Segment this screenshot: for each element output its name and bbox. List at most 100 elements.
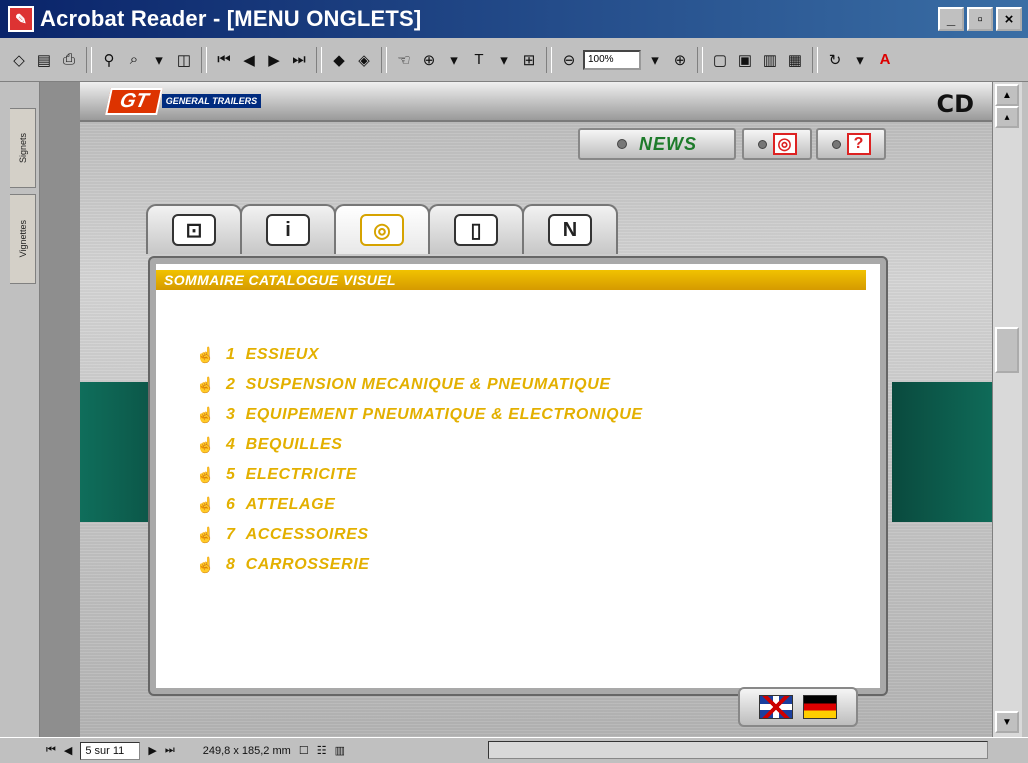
previous-page-icon[interactable]: ◀ — [238, 46, 260, 74]
window-controls: _ ▫ × — [938, 7, 1022, 31]
last-page-icon[interactable]: ⏭ — [165, 744, 175, 757]
tab-info[interactable]: i — [240, 204, 336, 254]
print-icon[interactable]: ⎙ — [58, 46, 80, 74]
catalogue-panel: SOMMAIRE CATALOGUE VISUEL ☝ 1 ESSIEUX ☝ … — [150, 258, 886, 694]
language-selector — [738, 687, 858, 727]
menu-item-number: 2 — [226, 376, 236, 393]
toolbar-separator — [697, 46, 703, 73]
menu-item-number: 1 — [226, 346, 236, 363]
pointing-hand-icon: ☝ — [196, 377, 216, 394]
go-back-icon[interactable]: ◆ — [328, 46, 350, 74]
actual-size-icon[interactable]: ▢ — [709, 46, 731, 74]
target-button[interactable]: ◎ — [742, 128, 812, 160]
title-bar: ✎ Acrobat Reader - [MENU ONGLETS] _ ▫ × — [0, 0, 1028, 38]
menu-item-suspension[interactable]: ☝ 2 SUSPENSION MECANIQUE & PNEUMATIQUE — [196, 370, 643, 400]
menu-item-number: 5 — [226, 466, 236, 483]
box-icon: ⊡ — [172, 214, 216, 246]
help-icon: ? — [846, 133, 871, 155]
dropdown-arrow-icon[interactable]: ▾ — [443, 46, 465, 74]
pointing-hand-icon: ☝ — [196, 347, 216, 364]
info-icon: i — [266, 214, 310, 246]
menu-item-accessoires[interactable]: ☝ 7 ACCESSOIRES — [196, 520, 643, 550]
scroll-up-icon[interactable]: ▲ — [995, 84, 1019, 106]
next-page-icon[interactable]: ▶ — [263, 46, 285, 74]
bullet-icon — [617, 139, 627, 149]
minimize-button[interactable]: _ — [938, 7, 964, 31]
close-button[interactable]: × — [996, 7, 1022, 31]
menu-item-electricite[interactable]: ☝ 5 ELECTRICITE — [196, 460, 643, 490]
menu-item-number: 4 — [226, 436, 236, 453]
document-viewport: GT GENERAL TRAILERS CD NEWS ◎ ? ⊡ i ◎ ▯ … — [40, 82, 992, 737]
continuous-icon[interactable]: ☷ — [317, 744, 327, 757]
dropdown-arrow-icon[interactable]: ▾ — [148, 46, 170, 74]
pointing-hand-icon: ☝ — [196, 497, 216, 514]
fit-page-icon[interactable]: ▣ — [734, 46, 756, 74]
bullet-icon — [757, 139, 767, 149]
dropdown-arrow-icon[interactable]: ▾ — [493, 46, 515, 74]
english-flag-icon[interactable] — [759, 695, 793, 719]
zoom-tool-icon[interactable]: ⊕ — [418, 46, 440, 74]
zoom-input[interactable]: 100% — [583, 49, 641, 70]
pdf-page: GT GENERAL TRAILERS CD NEWS ◎ ? ⊡ i ◎ ▯ … — [80, 82, 992, 737]
single-page-icon[interactable]: ☐ — [299, 744, 309, 757]
adobe-logo-icon[interactable]: A — [874, 46, 896, 74]
menu-item-carrosserie[interactable]: ☝ 8 CARROSSERIE — [196, 550, 643, 580]
bookmarks-tab[interactable]: Signets — [10, 108, 36, 188]
graphics-select-icon[interactable]: ⊞ — [518, 46, 540, 74]
menu-item-bequilles[interactable]: ☝ 4 BEQUILLES — [196, 430, 643, 460]
pointing-hand-icon: ☝ — [196, 407, 216, 424]
toolbar-separator — [201, 46, 207, 73]
menu-item-label: CARROSSERIE — [245, 556, 370, 573]
hand-tool-icon[interactable]: ☜ — [393, 46, 415, 74]
first-page-icon[interactable]: ⏮ — [46, 744, 56, 757]
pointing-hand-icon: ☝ — [196, 527, 216, 544]
vertical-scrollbar[interactable]: ▲ ▴ ▼ — [992, 82, 1022, 737]
tab-n[interactable]: N — [522, 204, 618, 254]
news-button[interactable]: NEWS — [578, 128, 736, 160]
zoom-in-icon[interactable]: ⊕ — [669, 46, 691, 74]
restore-button[interactable]: ▫ — [967, 7, 993, 31]
menu-item-number: 6 — [226, 496, 236, 513]
menu-item-number: 7 — [226, 526, 236, 543]
save-icon[interactable]: ▤ — [33, 46, 55, 74]
next-page-icon[interactable]: ▶ — [148, 744, 156, 757]
dropdown-arrow-icon[interactable]: ▾ — [644, 46, 666, 74]
target-icon: ◎ — [772, 133, 797, 155]
tab-visual-catalogue[interactable]: ◎ — [334, 204, 430, 254]
zoom-out-icon[interactable]: ⊖ — [558, 46, 580, 74]
menu-item-label: EQUIPEMENT PNEUMATIQUE & ELECTRONIQUE — [245, 406, 643, 423]
fit-width-icon[interactable]: ▥ — [759, 46, 781, 74]
text-select-icon[interactable]: T — [468, 46, 490, 74]
find-icon[interactable]: ⚲ — [98, 46, 120, 74]
german-flag-icon[interactable] — [803, 695, 837, 719]
toolbar-separator — [316, 46, 322, 73]
menu-item-essieux[interactable]: ☝ 1 ESSIEUX — [196, 340, 643, 370]
rotate-icon[interactable]: ↻ — [824, 46, 846, 74]
page-number-field[interactable]: 5 sur 11 — [80, 741, 141, 760]
previous-page-icon[interactable]: ◀ — [64, 744, 72, 757]
facing-pages-icon[interactable]: ▥ — [335, 744, 345, 757]
reflow-icon[interactable]: ▦ — [784, 46, 806, 74]
scroll-thumb[interactable] — [995, 327, 1019, 373]
window-title: Acrobat Reader - [MENU ONGLETS] — [40, 6, 422, 31]
section-tabs: ⊡ i ◎ ▯ N — [146, 204, 618, 254]
bookmarks-tab-label: Signets — [17, 132, 28, 164]
dropdown-arrow-icon[interactable]: ▾ — [849, 46, 871, 74]
catalogue-menu: ☝ 1 ESSIEUX ☝ 2 SUSPENSION MECANIQUE & P… — [196, 340, 643, 580]
search-icon[interactable]: ⌕ — [123, 46, 145, 74]
tab-catalogue-box[interactable]: ⊡ — [146, 204, 242, 254]
menu-item-attelage[interactable]: ☝ 6 ATTELAGE — [196, 490, 643, 520]
show-hide-navigation-icon[interactable]: ◫ — [173, 46, 195, 74]
tab-document[interactable]: ▯ — [428, 204, 524, 254]
open-icon[interactable]: ◇ — [8, 46, 30, 74]
menu-item-equipement[interactable]: ☝ 3 EQUIPEMENT PNEUMATIQUE & ELECTRONIQU… — [196, 400, 643, 430]
last-page-icon[interactable]: ⏭ — [288, 46, 310, 74]
thumbnails-tab[interactable]: Vignettes — [10, 194, 36, 284]
page-up-icon[interactable]: ▴ — [995, 106, 1019, 128]
scroll-down-icon[interactable]: ▼ — [995, 711, 1019, 733]
first-page-icon[interactable]: ⏮ — [213, 46, 235, 74]
help-button[interactable]: ? — [816, 128, 886, 160]
go-forward-icon[interactable]: ◈ — [353, 46, 375, 74]
horizontal-scrollbar[interactable] — [488, 741, 988, 759]
page-size: 249,8 x 185,2 mm — [202, 744, 291, 757]
